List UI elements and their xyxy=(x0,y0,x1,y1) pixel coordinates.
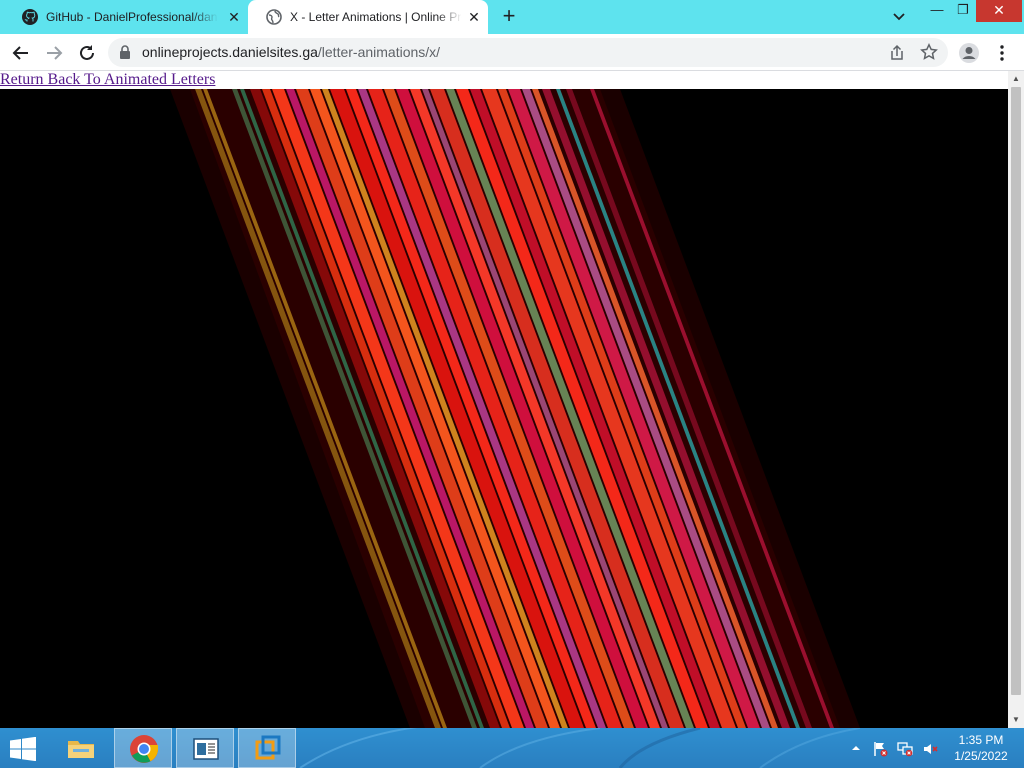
new-tab-button[interactable]: + xyxy=(498,5,520,28)
action-center-flag-icon[interactable] xyxy=(872,741,888,757)
clock-date: 1/25/2022 xyxy=(954,749,1008,763)
globe-icon xyxy=(266,9,282,25)
taskbar-clock[interactable]: 1:35 PM 1/25/2022 xyxy=(946,732,1016,764)
tab-search-chevron-icon[interactable] xyxy=(890,9,908,25)
document-icon xyxy=(193,738,219,760)
clock-time: 1:35 PM xyxy=(958,733,1004,747)
network-icon[interactable] xyxy=(897,741,913,757)
tab-title: GitHub - DanielProfessional/daniel xyxy=(46,10,218,24)
page-viewport: Return Back To Animated Letters ▲ ▼ xyxy=(0,71,1024,728)
windows-taskbar: 1:35 PM 1/25/2022 xyxy=(0,728,1024,768)
tab-letter-animations[interactable]: X - Letter Animations | Online Projects … xyxy=(248,0,488,34)
taskbar-vmware[interactable] xyxy=(238,728,296,768)
minimize-button[interactable]: — xyxy=(924,0,950,22)
show-hidden-icons-chevron-icon[interactable] xyxy=(850,742,862,754)
address-bar[interactable]: onlineprojects.danielsites.ga/letter-ani… xyxy=(108,38,948,67)
share-icon[interactable] xyxy=(888,44,906,62)
tab-close-button[interactable]: ✕ xyxy=(226,9,242,25)
tab-github[interactable]: GitHub - DanielProfessional/daniel ✕ xyxy=(4,0,248,34)
scroll-up-arrow-icon[interactable]: ▲ xyxy=(1008,71,1024,87)
forward-arrow-icon[interactable] xyxy=(43,42,65,64)
chrome-icon xyxy=(130,735,158,763)
more-menu-icon[interactable] xyxy=(991,42,1013,64)
close-window-button[interactable]: ✕ xyxy=(976,0,1022,22)
scroll-down-arrow-icon[interactable]: ▼ xyxy=(1008,712,1024,728)
tab-strip: GitHub - DanielProfessional/daniel ✕ X -… xyxy=(0,0,1024,34)
vertical-scrollbar[interactable]: ▲ ▼ xyxy=(1008,71,1024,728)
back-arrow-icon[interactable] xyxy=(10,42,32,64)
browser-toolbar: onlineprojects.danielsites.ga/letter-ani… xyxy=(0,34,1024,71)
volume-muted-icon[interactable] xyxy=(922,741,938,757)
letter-animation-canvas xyxy=(0,89,1008,728)
return-back-link[interactable]: Return Back To Animated Letters xyxy=(0,71,215,89)
url-text[interactable]: onlineprojects.danielsites.ga/letter-ani… xyxy=(142,38,440,67)
bookmark-star-icon[interactable] xyxy=(920,43,938,61)
vmware-icon xyxy=(255,735,281,760)
taskbar-file-explorer[interactable] xyxy=(52,728,110,768)
tab-close-button[interactable]: ✕ xyxy=(466,9,482,25)
github-icon xyxy=(22,9,38,25)
url-path: /letter-animations/x/ xyxy=(317,44,441,60)
taskbar-document-viewer[interactable] xyxy=(176,728,234,768)
restore-button[interactable]: ❐ xyxy=(950,0,976,22)
profile-avatar-icon[interactable] xyxy=(958,42,980,64)
windows-start-icon[interactable] xyxy=(8,737,38,761)
scroll-thumb[interactable] xyxy=(1011,87,1021,695)
url-host: onlineprojects.danielsites.ga xyxy=(142,44,318,60)
taskbar-chrome[interactable] xyxy=(114,728,172,768)
reload-icon[interactable] xyxy=(76,42,98,64)
folder-icon xyxy=(68,741,94,758)
tab-title: X - Letter Animations | Online Projects xyxy=(290,10,462,24)
lock-icon[interactable] xyxy=(118,45,132,60)
